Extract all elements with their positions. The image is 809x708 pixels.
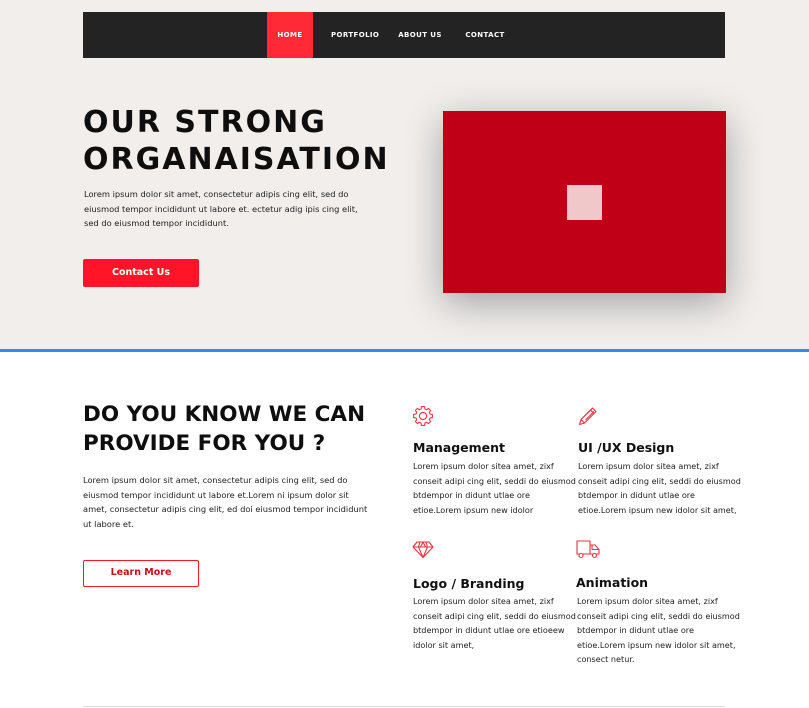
services-description: Lorem ipsum dolor sit amet, consectetur … bbox=[83, 475, 368, 529]
pencil-icon bbox=[576, 404, 600, 428]
feature-title-logo-branding: Logo / Branding bbox=[413, 576, 525, 591]
truck-icon bbox=[576, 537, 600, 561]
hero-title-line-2: ORGANAISATION bbox=[83, 142, 390, 177]
gear-icon bbox=[411, 404, 435, 428]
diamond-icon bbox=[411, 537, 435, 561]
learn-more-button[interactable]: Learn More bbox=[83, 560, 199, 587]
feature-text-logo-branding: Lorem ipsum dolor sitea amet, zixf conse… bbox=[413, 596, 576, 650]
hero-title: OUR STRONG ORGANAISATION bbox=[83, 104, 413, 178]
contact-us-button[interactable]: Contact Us bbox=[83, 259, 199, 287]
services-title: DO YOU KNOW WE CAN PROVIDE FOR YOU ? bbox=[83, 402, 366, 456]
hero-title-line-1: OUR STRONG bbox=[83, 105, 327, 140]
feature-text-management: Lorem ipsum dolor sitea amet, zixf conse… bbox=[413, 461, 576, 515]
section-divider bbox=[0, 349, 809, 352]
nav-item-contact[interactable]: CONTACT bbox=[464, 12, 506, 58]
feature-text-animation: Lorem ipsum dolor sitea amet, zixf conse… bbox=[577, 596, 740, 664]
hero-image-placeholder bbox=[443, 111, 726, 293]
nav-item-home[interactable]: HOME bbox=[267, 12, 313, 58]
feature-title-ui-ux-design: UI /UX Design bbox=[578, 440, 675, 455]
nav-item-about-us[interactable]: ABOUT US bbox=[397, 12, 443, 58]
nav-item-portfolio[interactable]: PORTFOLIO bbox=[331, 12, 379, 58]
footer-divider bbox=[83, 706, 725, 707]
feature-text-ui-ux-design: Lorem ipsum dolor sitea amet, zixf conse… bbox=[578, 461, 741, 515]
top-navbar: HOME PORTFOLIO ABOUT US CONTACT bbox=[83, 12, 725, 58]
image-placeholder-icon bbox=[567, 185, 602, 220]
feature-title-management: Management bbox=[413, 440, 506, 455]
hero-description: Lorem ipsum dolor sit amet, consectetur … bbox=[84, 189, 358, 228]
feature-title-animation: Animation bbox=[576, 575, 649, 590]
